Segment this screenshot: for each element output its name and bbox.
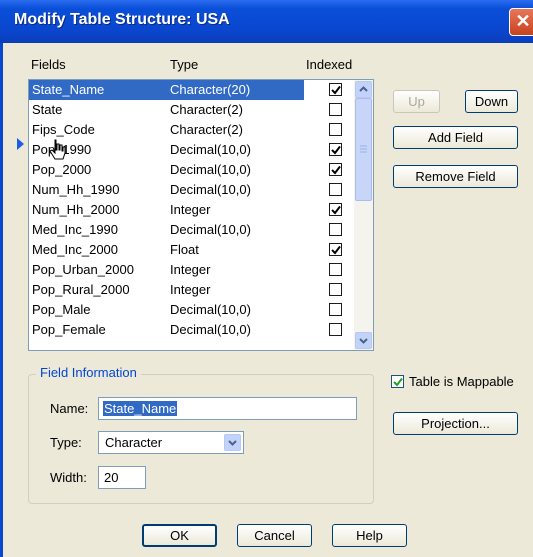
width-field-value: 20 xyxy=(104,470,119,485)
up-button[interactable]: Up xyxy=(393,90,440,113)
help-button[interactable]: Help xyxy=(332,524,407,547)
field-name: Pop_Female xyxy=(32,322,106,337)
cancel-button[interactable]: Cancel xyxy=(237,524,312,547)
field-type: Float xyxy=(170,242,199,257)
window-title: Modify Table Structure: USA xyxy=(14,11,230,28)
checkmark-icon xyxy=(331,205,341,215)
field-name: Pop_Urban_2000 xyxy=(32,262,134,277)
table-row[interactable]: Med_Inc_2000 Float xyxy=(29,240,354,260)
indexed-checkbox[interactable] xyxy=(329,203,342,216)
ok-button[interactable]: OK xyxy=(142,524,217,547)
indexed-checkbox[interactable] xyxy=(329,103,342,116)
fields-listbox[interactable]: State_Name Character(20) State Character(2)… xyxy=(28,79,374,351)
field-type: Character(2) xyxy=(170,122,243,137)
checkmark-icon xyxy=(393,377,403,387)
width-field[interactable]: 20 xyxy=(98,466,146,489)
remove-field-button[interactable]: Remove Field xyxy=(393,165,518,188)
current-row-arrow-icon xyxy=(17,138,24,150)
field-name: State xyxy=(32,102,63,117)
type-select-value: Character xyxy=(105,435,163,450)
checkmark-icon xyxy=(331,145,341,155)
table-row[interactable]: Pop_2000 Decimal(10,0) xyxy=(29,160,354,180)
field-name: Num_Hh_2000 xyxy=(32,202,120,217)
table-row[interactable]: State_Name Character(20) xyxy=(29,80,354,100)
table-row[interactable]: Num_Hh_1990 Decimal(10,0) xyxy=(29,180,354,200)
header-fields: Fields xyxy=(31,57,66,72)
indexed-checkbox[interactable] xyxy=(329,183,342,196)
field-name: State_Name xyxy=(32,82,105,97)
mouse-cursor-icon xyxy=(49,139,66,160)
window-frame-left xyxy=(0,43,3,557)
table-row[interactable]: State Character(2) xyxy=(29,100,354,120)
list-scrollbar[interactable] xyxy=(354,80,373,350)
checkmark-icon xyxy=(331,85,341,95)
header-type: Type xyxy=(170,57,199,72)
close-button[interactable]: ✕ xyxy=(509,8,533,36)
table-row[interactable]: Pop_Urban_2000 Integer xyxy=(29,260,354,280)
scroll-down-icon xyxy=(359,338,368,344)
field-type: Integer xyxy=(170,202,211,217)
scroll-up-button[interactable] xyxy=(355,81,372,98)
type-select[interactable]: Character xyxy=(98,431,244,454)
table-row[interactable]: Pop_1990Decimal(10,0) xyxy=(29,140,354,160)
scroll-down-button[interactable] xyxy=(355,332,372,349)
field-type: Decimal(10,0) xyxy=(170,182,251,197)
indexed-checkbox[interactable] xyxy=(329,243,342,256)
field-type: Character(20) xyxy=(170,82,251,97)
field-name: Num_Hh_1990 xyxy=(32,182,120,197)
field-name: Pop_Rural_2000 xyxy=(32,282,130,297)
header-indexed: Indexed xyxy=(306,57,353,72)
type-dropdown-button[interactable] xyxy=(224,434,241,451)
field-name: Med_Inc_1990 xyxy=(32,222,119,237)
indexed-checkbox[interactable] xyxy=(329,283,342,296)
checkmark-icon xyxy=(331,245,341,255)
down-button[interactable]: Down xyxy=(465,90,518,113)
indexed-checkbox[interactable] xyxy=(329,83,342,96)
field-type: Decimal(10,0) xyxy=(170,162,251,177)
indexed-checkbox[interactable] xyxy=(329,163,342,176)
table-mappable-label: Table is Mappable xyxy=(409,374,514,389)
table-mappable-checkbox[interactable] xyxy=(391,375,404,388)
field-type: Integer xyxy=(170,282,211,297)
table-row[interactable]: Num_Hh_2000 Integer xyxy=(29,200,354,220)
field-information-label: Field Information xyxy=(36,365,141,380)
type-label: Type: xyxy=(50,435,82,450)
indexed-checkbox[interactable] xyxy=(329,303,342,316)
scroll-thumb[interactable] xyxy=(355,98,372,201)
indexed-checkbox[interactable] xyxy=(329,143,342,156)
name-field[interactable]: State_Name xyxy=(98,397,357,420)
table-row[interactable]: Med_Inc_1990 Decimal(10,0) xyxy=(29,220,354,240)
field-type: Decimal(10,0) xyxy=(170,222,251,237)
checkmark-icon xyxy=(331,165,341,175)
indexed-checkbox[interactable] xyxy=(329,123,342,136)
field-name: Fips_Code xyxy=(32,122,95,137)
table-row[interactable]: Fips_Code Character(2) xyxy=(29,120,354,140)
field-type: Decimal(10,0) xyxy=(170,322,251,337)
name-label: Name: xyxy=(50,401,89,416)
table-row[interactable]: Pop_Female Decimal(10,0) xyxy=(29,320,354,340)
close-icon[interactable]: ✕ xyxy=(515,11,530,31)
table-row[interactable]: Pop_Rural_2000 Integer xyxy=(29,280,354,300)
field-name: Pop_Male xyxy=(32,302,91,317)
dropdown-arrow-icon xyxy=(228,440,237,446)
field-name: Med_Inc_2000 xyxy=(32,242,119,257)
name-field-value: State_Name xyxy=(103,401,178,416)
add-field-button[interactable]: Add Field xyxy=(393,126,518,149)
table-row[interactable]: Pop_Male Decimal(10,0) xyxy=(29,300,354,320)
indexed-checkbox[interactable] xyxy=(329,263,342,276)
field-type: Decimal(10,0) xyxy=(170,302,251,317)
indexed-checkbox[interactable] xyxy=(329,223,342,236)
field-type: Decimal(10,0) xyxy=(170,142,251,157)
field-type: Integer xyxy=(170,262,211,277)
scroll-up-icon xyxy=(359,86,368,92)
projection-button[interactable]: Projection... xyxy=(393,412,518,435)
width-label: Width: xyxy=(50,470,87,485)
indexed-checkbox[interactable] xyxy=(329,323,342,336)
field-type: Character(2) xyxy=(170,102,243,117)
